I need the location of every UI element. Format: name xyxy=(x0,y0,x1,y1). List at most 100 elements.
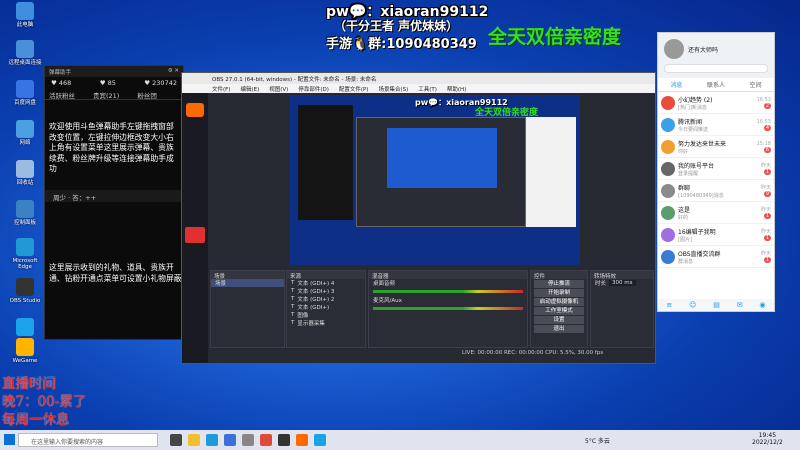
unread-badge: 1 xyxy=(763,257,771,263)
obs-menu-item[interactable]: 停靠部件(D) xyxy=(298,85,329,93)
settings-icon[interactable]: ⚙ ✕ xyxy=(168,68,179,75)
file-icon[interactable]: ▤ xyxy=(713,301,720,309)
conversation-preview: [1090480349]消息 xyxy=(678,192,724,199)
wegame-desktop-shortcut[interactable]: WeGame xyxy=(8,338,42,364)
clock[interactable]: 19:45 2022/12/2 xyxy=(752,432,783,446)
conversation-item[interactable]: OBS直播交流群 群消息 昨天 1 xyxy=(658,246,774,268)
scene-item[interactable]: 场景 xyxy=(211,279,284,287)
source-item[interactable]: T 显示器采集 xyxy=(287,319,365,327)
transitions-header: 转场特效 xyxy=(591,271,653,280)
obs-preview[interactable]: pw💬：xiaoran99112 全天双倍亲密度 xyxy=(290,95,580,265)
live-badge-icon[interactable] xyxy=(185,227,205,243)
qq-main-window[interactable]: 还有大师吗 消息 联系人 空间 小幻趋势 (2) [热门]新消息 16:53 2 腾讯新… xyxy=(657,32,775,312)
taskbar-search-input[interactable]: 在这里输入你要搜索的内容 xyxy=(18,433,158,447)
conversation-item[interactable]: 小幻趋势 (2) [热门]新消息 16:53 2 xyxy=(658,92,774,114)
netdisk-desktop-shortcut[interactable]: 百度网盘 xyxy=(8,80,42,106)
mic-audio-meter[interactable] xyxy=(373,307,523,310)
qq-taskbar-icon[interactable] xyxy=(314,434,326,446)
qq-search-input[interactable] xyxy=(664,64,768,73)
conversation-item[interactable]: 群聊 [1090480349]消息 昨天 9 xyxy=(658,180,774,202)
tab-active-fans[interactable]: 活跃粉丝 xyxy=(49,90,75,100)
conversation-meta: 昨天 1 xyxy=(761,162,771,175)
text-source-icon: T xyxy=(291,304,295,310)
qq-icon xyxy=(16,318,34,336)
obs-desktop-shortcut[interactable]: OBS Studio xyxy=(8,278,42,304)
obs-menu-item[interactable]: 场景集合(S) xyxy=(378,85,408,93)
obs-window[interactable]: OBS 27.0.1 (64-bit, windows) - 配置文件: 未命名… xyxy=(181,72,656,364)
obs-menu-item[interactable]: 视图(V) xyxy=(269,85,288,93)
weather-text[interactable]: 5°C 多云 xyxy=(585,436,610,445)
control-button[interactable]: 工作室模式 xyxy=(534,307,584,315)
scenes-header: 场景 xyxy=(211,271,284,280)
wegame-icon xyxy=(16,338,34,356)
start-icon[interactable] xyxy=(4,434,15,445)
control-button[interactable]: 退出 xyxy=(534,325,584,333)
tab-space[interactable]: 空间 xyxy=(750,80,762,91)
control-button[interactable]: 设置 xyxy=(534,316,584,324)
obs-menu-item[interactable]: 编辑(E) xyxy=(240,85,259,93)
contacts-icon[interactable]: ☺ xyxy=(689,301,696,309)
edge-taskbar-icon[interactable] xyxy=(206,434,218,446)
source-item[interactable]: T 文本 (GDI+) 2 xyxy=(287,295,365,303)
app-icon[interactable]: ◉ xyxy=(759,301,765,309)
conversation-item[interactable]: 腾讯新闻 今日要闻推送 16:53 4 xyxy=(658,114,774,136)
remote-desktop-shortcut[interactable]: 远程桌面连接 xyxy=(8,40,42,66)
douyu-taskbar-icon[interactable] xyxy=(296,434,308,446)
source-item[interactable]: T 文本 (GDI+) xyxy=(287,303,365,311)
taskbar: 在这里输入你要搜索的内容 5°C 多云 19:45 2022/12/2 xyxy=(0,430,800,450)
menu-icon[interactable]: ≡ xyxy=(666,301,672,309)
unread-badge: 1 xyxy=(763,213,771,219)
control-button[interactable]: 启动虚拟摄像机 xyxy=(534,298,584,306)
unread-badge: 2 xyxy=(763,102,771,109)
obs-menu-item[interactable]: 工具(T) xyxy=(418,85,437,93)
sources-header: 来源 xyxy=(287,271,365,280)
tab-contacts[interactable]: 联系人 xyxy=(707,80,725,91)
mixer-desktop-label: 桌面音频 xyxy=(373,281,396,287)
obs-menu-item[interactable]: 配置文件(P) xyxy=(339,85,369,93)
tab-vip[interactable]: 贵宾(21) xyxy=(93,90,119,100)
source-item[interactable]: T 图像 xyxy=(287,311,365,319)
edge-desktop-shortcut[interactable]: Microsoft Edge xyxy=(8,238,42,270)
computer-desktop-shortcut[interactable]: 此电脑 xyxy=(8,2,42,28)
edge-icon xyxy=(16,238,34,256)
recycle-desktop-shortcut[interactable]: 回收站 xyxy=(8,160,42,186)
conversation-item[interactable]: 努力发达来世未来 你好 15:18 6 xyxy=(658,136,774,158)
tab-messages[interactable]: 消息 xyxy=(670,80,682,91)
conversation-time: 昨天 xyxy=(760,163,771,169)
conversation-item[interactable]: 我的账号平台 登录提醒 昨天 1 xyxy=(658,158,774,180)
mail-icon[interactable]: ✉ xyxy=(737,301,743,309)
stat-fans: ♥ 85 xyxy=(99,79,116,87)
task-view-icon[interactable] xyxy=(170,434,182,446)
desktop-audio-meter[interactable] xyxy=(373,290,523,293)
control-button[interactable]: 停止推流 xyxy=(534,280,584,288)
clock-time: 19:45 xyxy=(758,432,777,439)
chrome-icon[interactable] xyxy=(260,434,272,446)
control-panel-desktop-shortcut[interactable]: 控制面板 xyxy=(8,200,42,226)
app-taskbar-icon[interactable] xyxy=(242,434,254,446)
conversation-item[interactable]: 16编辑子我明 [图片] 昨天 1 xyxy=(658,224,774,246)
source-item[interactable]: T 文本 (GDI+) 3 xyxy=(287,287,365,295)
conversation-time: 昨天 xyxy=(760,229,771,235)
source-label: 文本 (GDI+) 2 xyxy=(297,297,335,303)
network-desktop-shortcut[interactable]: 网络 xyxy=(8,120,42,146)
avatar[interactable] xyxy=(664,39,684,59)
conversation-item[interactable]: 这是 好的 昨天 1 xyxy=(658,202,774,224)
danmu-assistant-window[interactable]: 弹幕助手 ⚙ ✕ ♥ 468 ♥ 85 ♥ 230742 活跃粉丝 贵宾(21)… xyxy=(44,65,184,340)
obs-menu-item[interactable]: 帮助(H) xyxy=(447,85,466,93)
file-explorer-icon[interactable] xyxy=(188,434,200,446)
source-label: 显示器采集 xyxy=(297,321,325,327)
obs-taskbar-icon[interactable] xyxy=(278,434,290,446)
conversation-name: OBS直播交流群 xyxy=(678,250,721,258)
duration-label: 时长 xyxy=(595,281,607,287)
conversation-time: 15:18 xyxy=(756,140,771,147)
danmu-tabs: 活跃粉丝 贵宾(21) 粉丝团 xyxy=(45,89,183,100)
control-button[interactable]: 开始录制 xyxy=(534,289,584,297)
store-icon[interactable] xyxy=(224,434,236,446)
schedule-line: 晚7：00-累了 xyxy=(2,394,87,410)
conversation-text: 腾讯新闻 今日要闻推送 xyxy=(678,117,757,133)
obs-menu-item[interactable]: 文件(F) xyxy=(212,85,230,93)
conversation-text: 努力发达来世未来 你好 xyxy=(678,139,757,155)
duration-input[interactable]: 300 ms xyxy=(609,280,636,286)
source-item[interactable]: T 文本 (GDI+) 4 xyxy=(287,279,365,287)
tab-fan-club[interactable]: 粉丝团 xyxy=(137,90,157,100)
